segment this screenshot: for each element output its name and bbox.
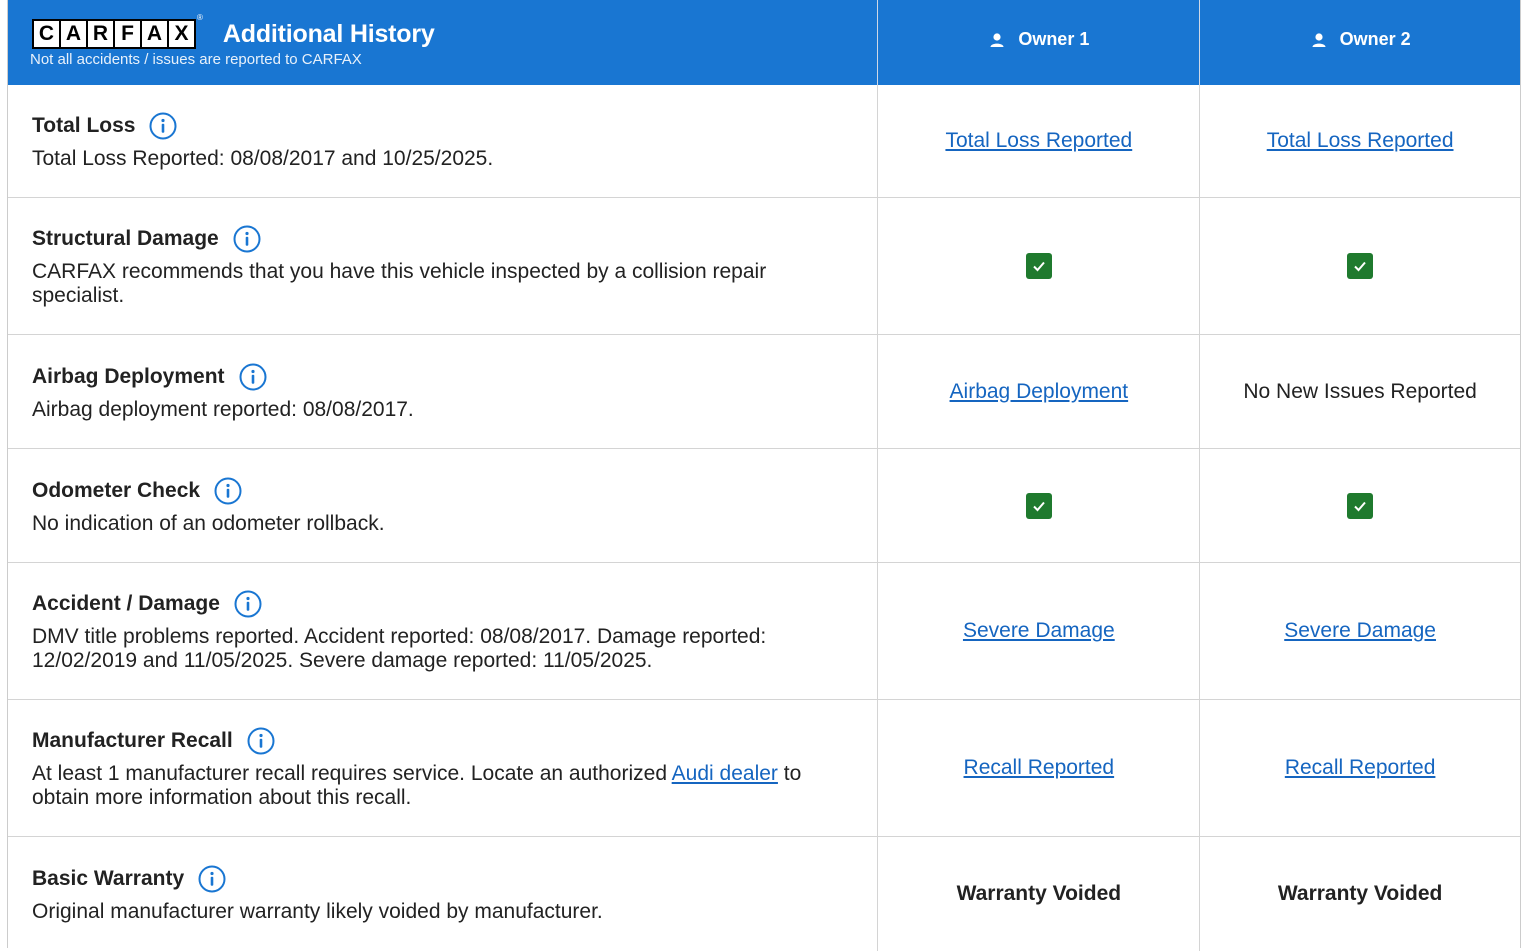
warranty-voided-text: Warranty Voided — [1277, 882, 1443, 905]
logo-letter: A — [61, 21, 86, 47]
row-description: Original manufacturer warranty likely vo… — [32, 900, 603, 923]
owner-2-cell — [1199, 449, 1520, 562]
recall-reported-link[interactable]: Recall Reported — [1285, 756, 1436, 780]
info-circle-icon[interactable] — [213, 476, 243, 506]
row-title: Odometer Check — [32, 478, 201, 502]
row-label-cell: Odometer Check No indication of an odome… — [8, 449, 879, 562]
logo-letter: R — [88, 21, 113, 47]
owner-1-cell: Severe Damage — [878, 563, 1199, 699]
row-basic-warranty: Basic Warranty Original manufacturer war… — [8, 837, 1520, 951]
total-loss-link[interactable]: Total Loss Reported — [945, 129, 1132, 153]
owner-1-cell: Warranty Voided — [878, 837, 1199, 951]
row-label-cell: Total Loss Total Loss Reported: 08/08/20… — [8, 85, 879, 197]
owner-2-cell: Warranty Voided — [1199, 837, 1520, 951]
info-circle-icon[interactable] — [148, 111, 178, 141]
logo-registered-mark: ® — [197, 13, 203, 22]
row-structural-damage: Structural Damage CARFAX recommends that… — [8, 198, 1520, 335]
row-title: Total Loss — [32, 114, 136, 137]
row-description: No indication of an odometer rollback. — [32, 511, 385, 535]
owner-2-cell: No New Issues Reported — [1199, 335, 1520, 448]
header-subtitle: Not all accidents / issues are reported … — [30, 51, 362, 68]
row-description: CARFAX recommends that you have this veh… — [32, 260, 767, 307]
row-label-cell: Manufacturer Recall At least 1 manufactu… — [8, 700, 879, 836]
row-title: Accident / Damage — [32, 592, 220, 615]
owner-2-cell — [1199, 198, 1520, 334]
no-new-issues-text: No New Issues Reported — [1243, 379, 1477, 403]
row-title: Basic Warranty — [32, 867, 185, 890]
header-title: Additional History — [222, 19, 435, 48]
person-icon — [990, 32, 1004, 47]
row-label-cell: Basic Warranty Original manufacturer war… — [8, 837, 879, 951]
severe-damage-link[interactable]: Severe Damage — [1284, 619, 1436, 643]
checkmark-icon — [1347, 253, 1374, 279]
airbag-deployment-link[interactable]: Airbag Deployment — [950, 380, 1129, 404]
table-header: C A R F A X ® Additional History Not all… — [8, 0, 1520, 85]
severe-damage-link[interactable]: Severe Damage — [963, 619, 1115, 643]
info-circle-icon[interactable] — [197, 864, 227, 894]
info-circle-icon[interactable] — [233, 589, 263, 619]
row-label-cell: Accident / Damage DMV title problems rep… — [8, 563, 879, 699]
row-description: DMV title problems reported. Accident re… — [32, 625, 767, 672]
carfax-logo: C A R F A X — [32, 19, 196, 49]
row-airbag-deployment: Airbag Deployment Airbag deployment repo… — [8, 335, 1520, 449]
row-manufacturer-recall: Manufacturer Recall At least 1 manufactu… — [8, 700, 1520, 837]
checkmark-icon — [1025, 492, 1052, 519]
row-total-loss: Total Loss Total Loss Reported: 08/08/20… — [8, 85, 1520, 198]
owner-2-cell: Total Loss Reported — [1199, 85, 1520, 197]
additional-history-table: C A R F A X ® Additional History Not all… — [7, 0, 1521, 951]
checkmark-icon — [1025, 253, 1052, 279]
info-circle-icon[interactable] — [238, 362, 268, 392]
row-description: Airbag deployment reported: 08/08/2017. — [32, 397, 414, 421]
owner-1-cell: Total Loss Reported — [878, 85, 1199, 197]
warranty-voided-text: Warranty Voided — [956, 882, 1122, 905]
owner-1-cell: Recall Reported — [878, 700, 1199, 836]
logo-letter: A — [142, 21, 167, 47]
row-title: Manufacturer Recall — [32, 729, 233, 752]
owner-1-label: Owner 1 — [1018, 29, 1090, 49]
row-description: At least 1 manufacturer recall requires … — [32, 762, 853, 810]
row-label-cell: Airbag Deployment Airbag deployment repo… — [8, 335, 879, 448]
row-odometer-check: Odometer Check No indication of an odome… — [8, 449, 1520, 563]
owner-1-cell — [878, 449, 1199, 562]
person-icon — [1312, 32, 1326, 47]
row-title: Airbag Deployment — [32, 364, 225, 388]
logo-letter: C — [34, 21, 59, 47]
total-loss-link[interactable]: Total Loss Reported — [1267, 129, 1454, 153]
header-brand-cell: C A R F A X ® Additional History Not all… — [8, 0, 879, 85]
owner-2-cell: Recall Reported — [1199, 700, 1520, 836]
row-title: Structural Damage — [32, 227, 219, 250]
logo-letter: X — [169, 21, 194, 47]
owner-2-cell: Severe Damage — [1199, 563, 1520, 699]
header-owner-1: Owner 1 — [878, 0, 1199, 85]
recall-reported-link[interactable]: Recall Reported — [964, 756, 1115, 780]
owner-2-label: Owner 2 — [1339, 29, 1411, 49]
row-label-cell: Structural Damage CARFAX recommends that… — [8, 198, 879, 334]
info-circle-icon[interactable] — [232, 224, 262, 254]
owner-1-cell: Airbag Deployment — [878, 335, 1199, 448]
checkmark-icon — [1347, 492, 1374, 519]
row-accident-damage: Accident / Damage DMV title problems rep… — [8, 563, 1520, 700]
recall-desc-pre: At least 1 manufacturer recall requires … — [32, 762, 672, 785]
logo-letter: F — [115, 21, 140, 47]
audi-dealer-link[interactable]: Audi dealer — [672, 762, 778, 785]
owner-1-cell — [878, 198, 1199, 334]
info-circle-icon[interactable] — [246, 726, 276, 756]
row-description: Total Loss Reported: 08/08/2017 and 10/2… — [32, 147, 494, 170]
header-owner-2: Owner 2 — [1199, 0, 1520, 85]
